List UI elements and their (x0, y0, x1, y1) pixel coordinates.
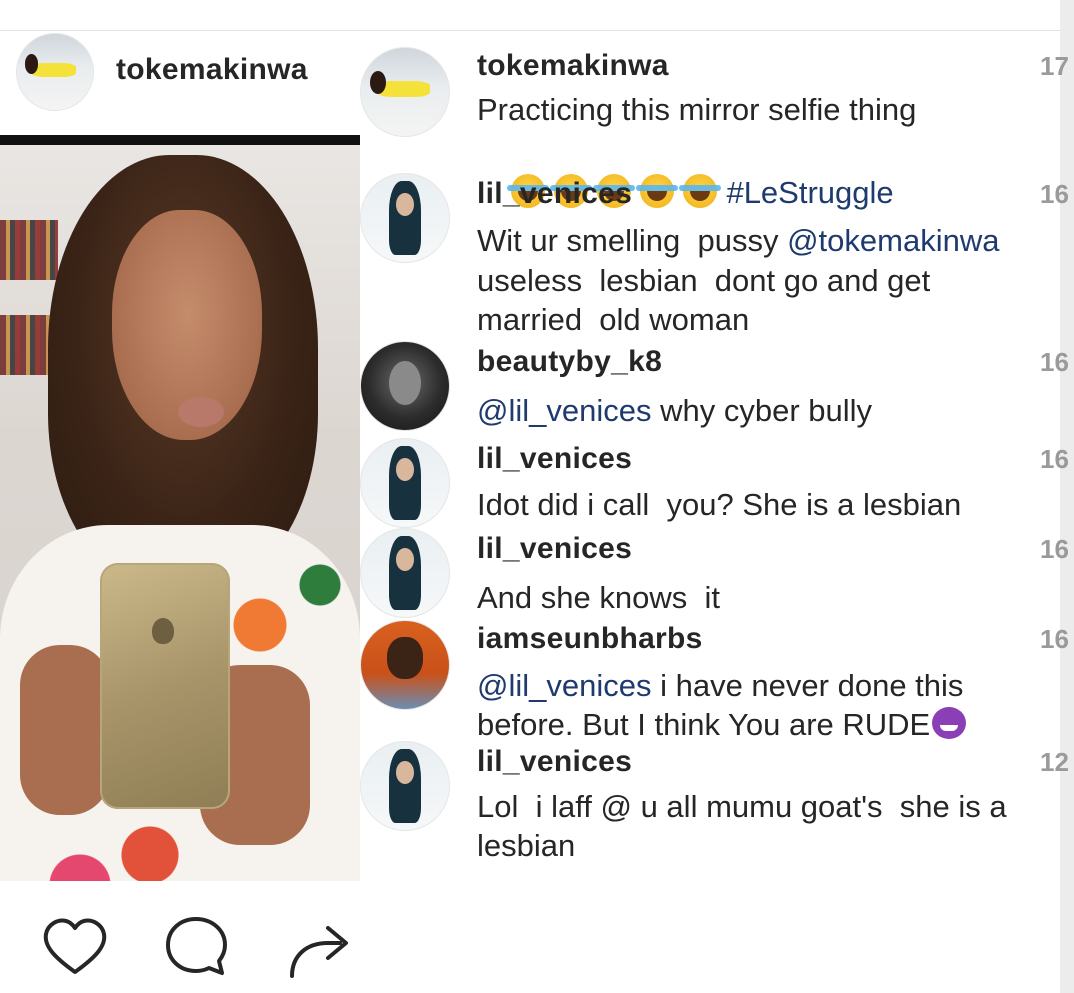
comment-text-line2: lesbian (477, 828, 576, 863)
avatar[interactable] (360, 47, 450, 137)
post-action-bar (40, 912, 370, 982)
shelf (0, 220, 58, 280)
phone-logo (152, 618, 174, 644)
laughing-emoji-icon (636, 174, 679, 208)
post-header: tokemakinwa (16, 33, 356, 111)
laughing-emoji-icon (679, 174, 722, 208)
avatar[interactable] (360, 438, 450, 528)
comment-text: Wit ur smelling pussy @tokemakinwa (477, 221, 1067, 261)
comment-text: Idot did i call you? She is a lesbian (477, 487, 962, 522)
comment-time: 16 (1040, 444, 1069, 474)
comment-text-segment: i have never done this (651, 668, 964, 703)
heart-icon[interactable] (40, 912, 110, 982)
comment-username[interactable]: beautyby_k8 (477, 345, 662, 379)
comment-time: 16 (1040, 534, 1069, 564)
phone (100, 563, 230, 809)
avatar[interactable] (360, 341, 450, 431)
comment-time: 12 (1040, 747, 1069, 777)
comment-time: 17 (1040, 51, 1069, 81)
comment-username[interactable]: iamseunbharbs (477, 622, 703, 656)
arm (20, 645, 110, 815)
post-author-username[interactable]: tokemakinwa (116, 53, 308, 87)
comment-text: @lil_venices i have never done this (477, 666, 1067, 706)
comment-text: Lol i laff @ u all mumu goat's she is a (477, 789, 1007, 824)
comment-username[interactable]: tokemakinwa (477, 49, 669, 83)
mention-link[interactable]: @lil_venices (477, 393, 651, 428)
comment-username[interactable]: lil_venices (477, 532, 632, 566)
lips (178, 397, 224, 427)
share-icon[interactable] (284, 912, 354, 982)
comment-text-segment: why cyber bully (651, 393, 873, 428)
comment-text: @lil_venices why cyber bully (477, 391, 1067, 431)
avatar[interactable] (360, 528, 450, 618)
comment-time: 16 (1040, 179, 1069, 209)
hashtag-link[interactable]: #LeStruggle (726, 175, 893, 210)
comment-text-segment: Wit ur smelling pussy (477, 223, 788, 258)
post-photo[interactable] (0, 135, 360, 881)
comment-username[interactable]: lil_venices (477, 745, 632, 779)
comment-time: 16 (1040, 624, 1069, 654)
comment-text-line2: useless lesbian dont go and get (477, 263, 931, 298)
comment-text-line2: before. But I think You are RUDE (477, 705, 1067, 745)
comment-text: Practicing this mirror selfie thing (477, 92, 917, 127)
mention-link[interactable]: @lil_venices (477, 668, 651, 703)
comment-text-line3: married old woman (477, 302, 750, 337)
comment-time: 16 (1040, 347, 1069, 377)
comment-username[interactable]: lil_venices (477, 177, 632, 211)
avatar[interactable] (16, 33, 94, 111)
comment-text-segment: before. But I think You are RUDE (477, 707, 931, 742)
comment-icon[interactable] (162, 912, 232, 982)
avatar[interactable] (360, 620, 450, 710)
top-divider (0, 30, 1060, 31)
avatar[interactable] (360, 173, 450, 263)
mention-link[interactable]: @tokemakinwa (787, 223, 999, 258)
devil-emoji-icon (932, 707, 967, 739)
photo-content (0, 145, 360, 881)
comment-username[interactable]: lil_venices (477, 442, 632, 476)
comment-text: And she knows it (477, 580, 720, 615)
avatar[interactable] (360, 741, 450, 831)
